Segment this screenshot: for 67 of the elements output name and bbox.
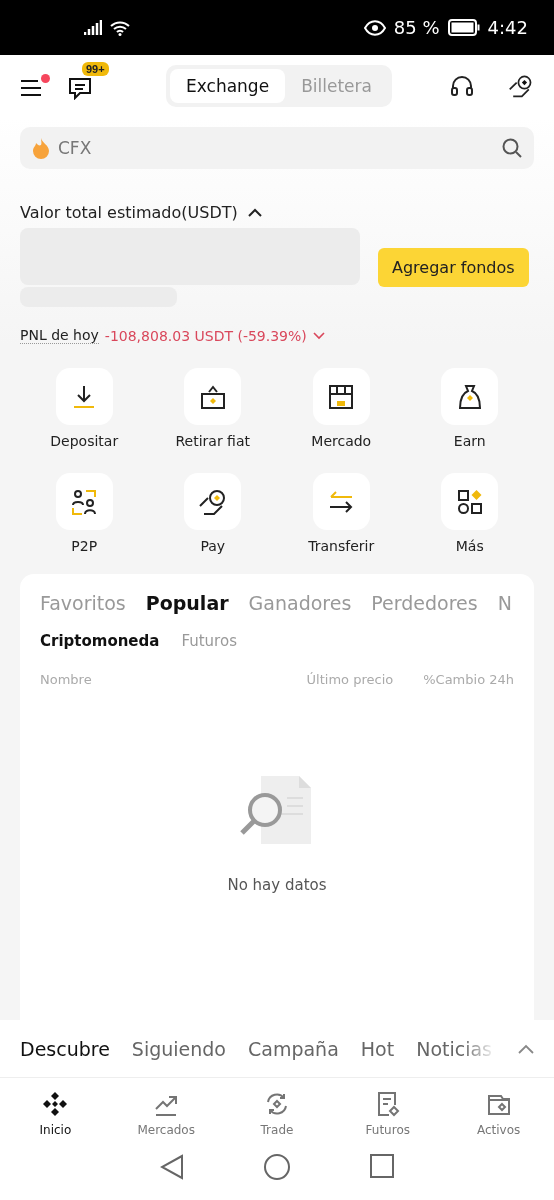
pnl-value: -108,808.03 USDT (-59.39%) [104,327,307,344]
pnl-label: PNL de hoy [20,327,99,344]
search-bar[interactable]: CFX [20,127,534,169]
action-label: Más [455,538,484,554]
diamond-logo-icon [42,1091,69,1117]
action-button[interactable] [441,473,499,530]
eye-icon [363,19,386,36]
feed-tab[interactable]: Hot [360,1037,395,1060]
market-tab[interactable]: Perdedores [371,592,478,614]
action-label: Pay [200,538,226,554]
feed-tab[interactable]: Campaña [248,1037,339,1060]
column-header: Último precio [306,672,394,687]
chevron-up-icon[interactable] [247,208,262,217]
menu-button[interactable] [20,74,50,98]
count-badge: 99+ [82,62,109,76]
money-bag-icon [456,382,483,411]
signal-icon [84,19,102,36]
apps-icon [455,487,484,516]
people-icon [70,487,99,516]
column-header: Nombre [40,672,93,687]
segment-tab[interactable]: Exchange [170,69,286,103]
action-button[interactable] [312,368,370,425]
referral-button[interactable] [508,73,534,99]
action-button[interactable] [441,368,499,425]
nav-item[interactable]: Trade [227,1090,327,1138]
market-tab[interactable]: Popular [145,592,229,614]
feed-tab[interactable]: Siguiendo [131,1037,226,1060]
action-label: Depositar [50,433,119,449]
add-funds-button[interactable]: Agregar fondos [378,248,529,287]
action-label: Transferir [308,538,375,554]
wifi-icon [110,19,130,36]
messages-button[interactable]: 99+ [68,62,108,100]
recents-icon[interactable] [370,1154,394,1178]
nav-item[interactable]: Mercados [116,1090,217,1138]
feed-tab[interactable]: Descubre [20,1037,110,1060]
feed-tab[interactable]: Noticias [416,1037,493,1060]
shop-icon [327,382,356,411]
action-label: Earn [453,433,486,449]
balance-title: Valor total estimado(USDT) [20,203,238,222]
search-field[interactable]: CFX [56,137,496,159]
clock-time: 4:42 [487,17,528,38]
bank-card-icon [198,383,227,410]
market-subtab[interactable]: Criptomoneda [40,632,160,650]
hand-coin-icon [197,487,228,516]
nav-item[interactable]: Activos [448,1090,549,1138]
column-header: %Cambio 24h [423,672,514,687]
nav-item[interactable]: Inicio [5,1090,106,1138]
nav-item[interactable]: Futuros [337,1090,438,1138]
back-icon[interactable] [160,1154,184,1180]
support-button[interactable] [450,75,474,97]
battery-percent: 85 % [393,17,440,38]
action-button[interactable] [184,473,242,530]
action-label: Retirar fiat [175,433,250,449]
search-icon [502,138,522,158]
market-subtab[interactable]: Futuros [181,632,237,650]
chevron-down-icon[interactable] [312,331,325,340]
action-label: P2P [71,538,98,554]
battery-icon [447,19,480,36]
document-icon [375,1091,400,1117]
action-button[interactable] [184,368,242,425]
action-label: Mercado [311,433,372,449]
menu-icon [20,78,42,98]
action-button[interactable] [55,473,113,530]
home-icon[interactable] [264,1154,290,1180]
chat-icon [68,76,92,100]
empty-message: No hay datos [227,875,327,894]
flame-icon [32,137,50,159]
